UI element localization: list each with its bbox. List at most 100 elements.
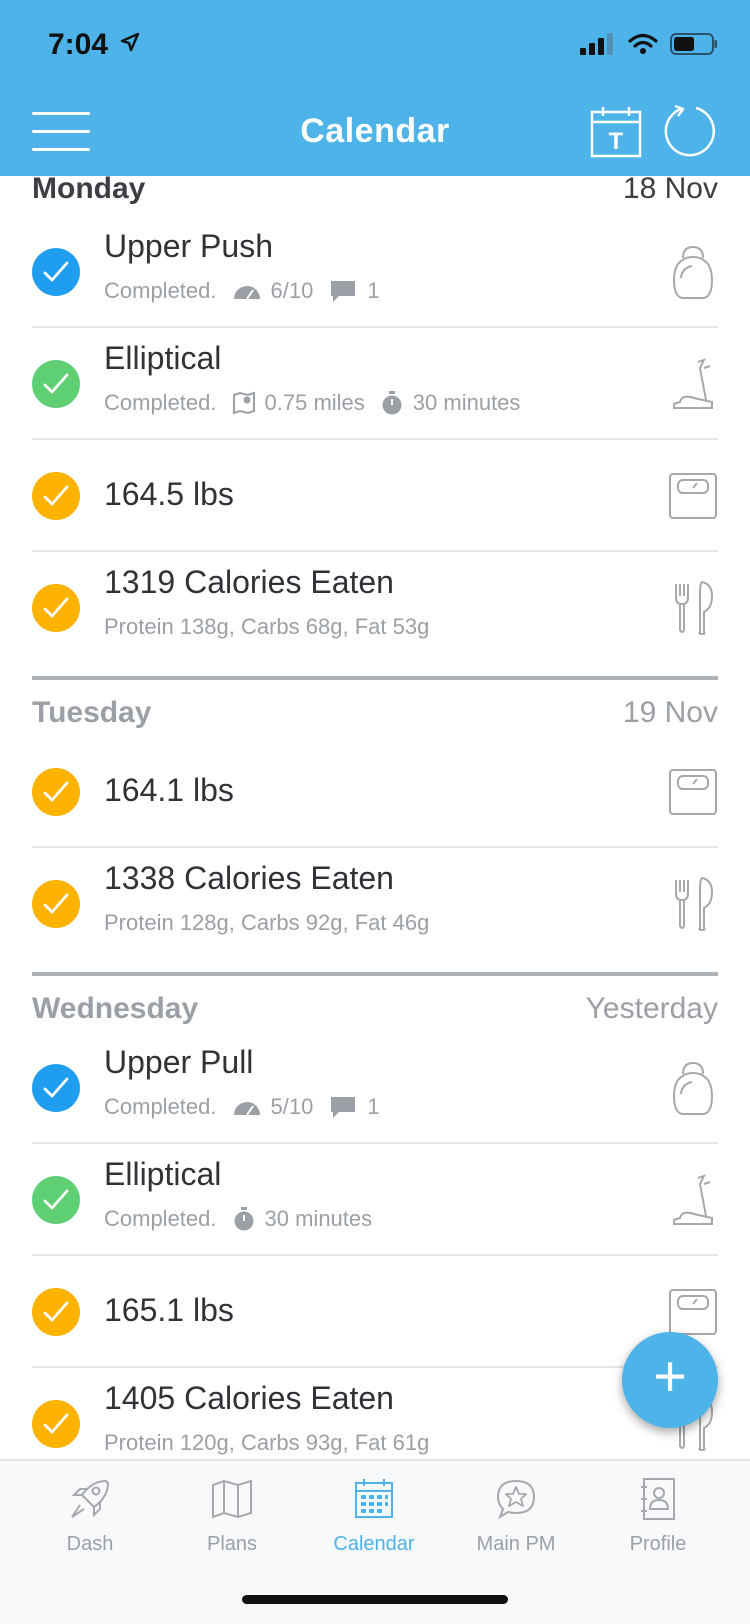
check-icon [32,472,80,520]
gauge-icon [233,1102,260,1116]
list-item[interactable]: Elliptical Completed. 0.75 miles 30 minu… [32,328,718,440]
list-item[interactable]: 1319 Calories Eaten Protein 138g, Carbs … [32,552,718,664]
comment-count: 1 [367,278,380,303]
day-header-monday: Monday 18 Nov [32,176,718,212]
tab-dash[interactable]: Dash [15,1477,165,1567]
check-icon [32,1288,80,1336]
comment-count: 1 [367,1094,380,1119]
item-title: 164.1 lbs [104,772,234,808]
tab-bar: Dash Plans Calendar Main PM Profile [0,1459,750,1624]
contact-book-icon [641,1478,675,1520]
refresh-button[interactable] [662,104,718,160]
item-title: 1405 Calories Eaten [104,1380,394,1416]
tab-profile[interactable]: Profile [583,1477,733,1567]
day-header-tuesday: Tuesday 19 Nov [32,696,718,736]
scale-icon [669,473,717,519]
day-date: 19 Nov [622,696,718,729]
wifi-icon [628,33,658,54]
plus-icon: + [653,1344,687,1409]
battery-icon [670,33,717,55]
item-title: Upper Pull [104,1044,254,1080]
status-text: Completed. [104,1094,217,1119]
refresh-icon [664,104,716,157]
day-separator [32,972,718,976]
duration-value: 30 minutes [264,1206,373,1231]
rpe-value: 6/10 [270,278,314,303]
elliptical-icon [673,358,713,409]
app-header: Calendar T [0,90,750,176]
rocket-icon [71,1479,110,1518]
item-title: Upper Push [104,228,273,264]
duration-value: 30 minutes [412,390,521,415]
add-button[interactable]: + [622,1332,718,1428]
home-indicator[interactable] [242,1595,508,1604]
day-separator [32,676,718,680]
distance-value: 0.75 miles [264,390,365,415]
item-title: 1319 Calories Eaten [104,564,394,600]
list-item[interactable]: 165.1 lbs [32,1256,718,1368]
day-name: Wednesday [32,992,199,1025]
item-macros: Protein 120g, Carbs 93g, Fat 61g [104,1430,430,1455]
check-icon [32,584,80,632]
day-date: 18 Nov [622,176,718,205]
fork-knife-icon [675,876,714,932]
calendar-list[interactable]: Monday 18 Nov Upper Push Completed. 6/10… [0,176,750,1459]
item-subtitle: Completed. 6/10 1 [104,278,380,304]
calendar-today-icon: T [590,107,642,158]
tab-label: Profile [629,1533,687,1555]
check-icon [32,768,80,816]
map-icon [212,1479,252,1519]
check-icon [32,1064,80,1112]
fork-knife-icon [675,580,714,636]
kettlebell-icon [672,245,714,299]
status-text: Completed. [104,278,217,303]
stopwatch-icon [234,1207,254,1231]
list-item[interactable]: 164.1 lbs [32,736,718,848]
elliptical-icon [673,1174,713,1225]
item-title: 165.1 lbs [104,1292,234,1328]
status-text: Completed. [104,390,217,415]
comment-icon [331,281,356,302]
today-button[interactable]: T [590,106,642,158]
item-title: 164.5 lbs [104,476,234,512]
item-macros: Protein 128g, Carbs 92g, Fat 46g [104,910,430,935]
tab-label: Main PM [476,1533,556,1555]
status-bar: 7:04 [0,0,750,90]
tab-label: Calendar [333,1533,415,1555]
tab-label: Dash [66,1533,114,1555]
comment-icon [331,1097,356,1118]
gauge-icon [233,286,260,300]
item-subtitle: Completed. 0.75 miles 30 minutes [104,390,520,416]
item-macros: Protein 138g, Carbs 68g, Fat 53g [104,614,430,639]
day-name: Monday [32,176,146,205]
rpe-value: 5/10 [270,1094,314,1119]
map-pin-icon [232,391,255,415]
tab-label: Plans [206,1533,258,1555]
item-title: Elliptical [104,1156,222,1192]
list-item[interactable]: 164.5 lbs [32,440,718,552]
check-icon [32,360,80,408]
day-name: Tuesday [32,696,152,729]
status-text: Completed. [104,1206,217,1231]
calendar-icon [355,1479,393,1518]
tab-main-pm[interactable]: Main PM [441,1477,591,1567]
check-icon [32,880,80,928]
chat-star-icon [496,1479,536,1520]
list-item[interactable]: Upper Pull Completed. 5/10 1 [32,1032,718,1144]
list-item[interactable]: 1405 Calories Eaten Protein 120g, Carbs … [32,1368,718,1459]
item-subtitle: Completed. 30 minutes [104,1206,372,1232]
status-time: 7:04 [48,28,109,61]
location-arrow-icon [120,32,140,52]
stopwatch-icon [382,391,402,415]
check-icon [32,1400,80,1448]
check-icon [32,248,80,296]
today-letter: T [609,128,624,155]
check-icon [32,1176,80,1224]
day-date: Yesterday [585,992,718,1025]
list-item[interactable]: 1338 Calories Eaten Protein 128g, Carbs … [32,848,718,960]
list-item[interactable]: Elliptical Completed. 30 minutes [32,1144,718,1256]
item-subtitle: Completed. 5/10 1 [104,1094,380,1120]
list-item[interactable]: Upper Push Completed. 6/10 1 [32,216,718,328]
tab-calendar[interactable]: Calendar [299,1477,449,1567]
tab-plans[interactable]: Plans [157,1477,307,1567]
